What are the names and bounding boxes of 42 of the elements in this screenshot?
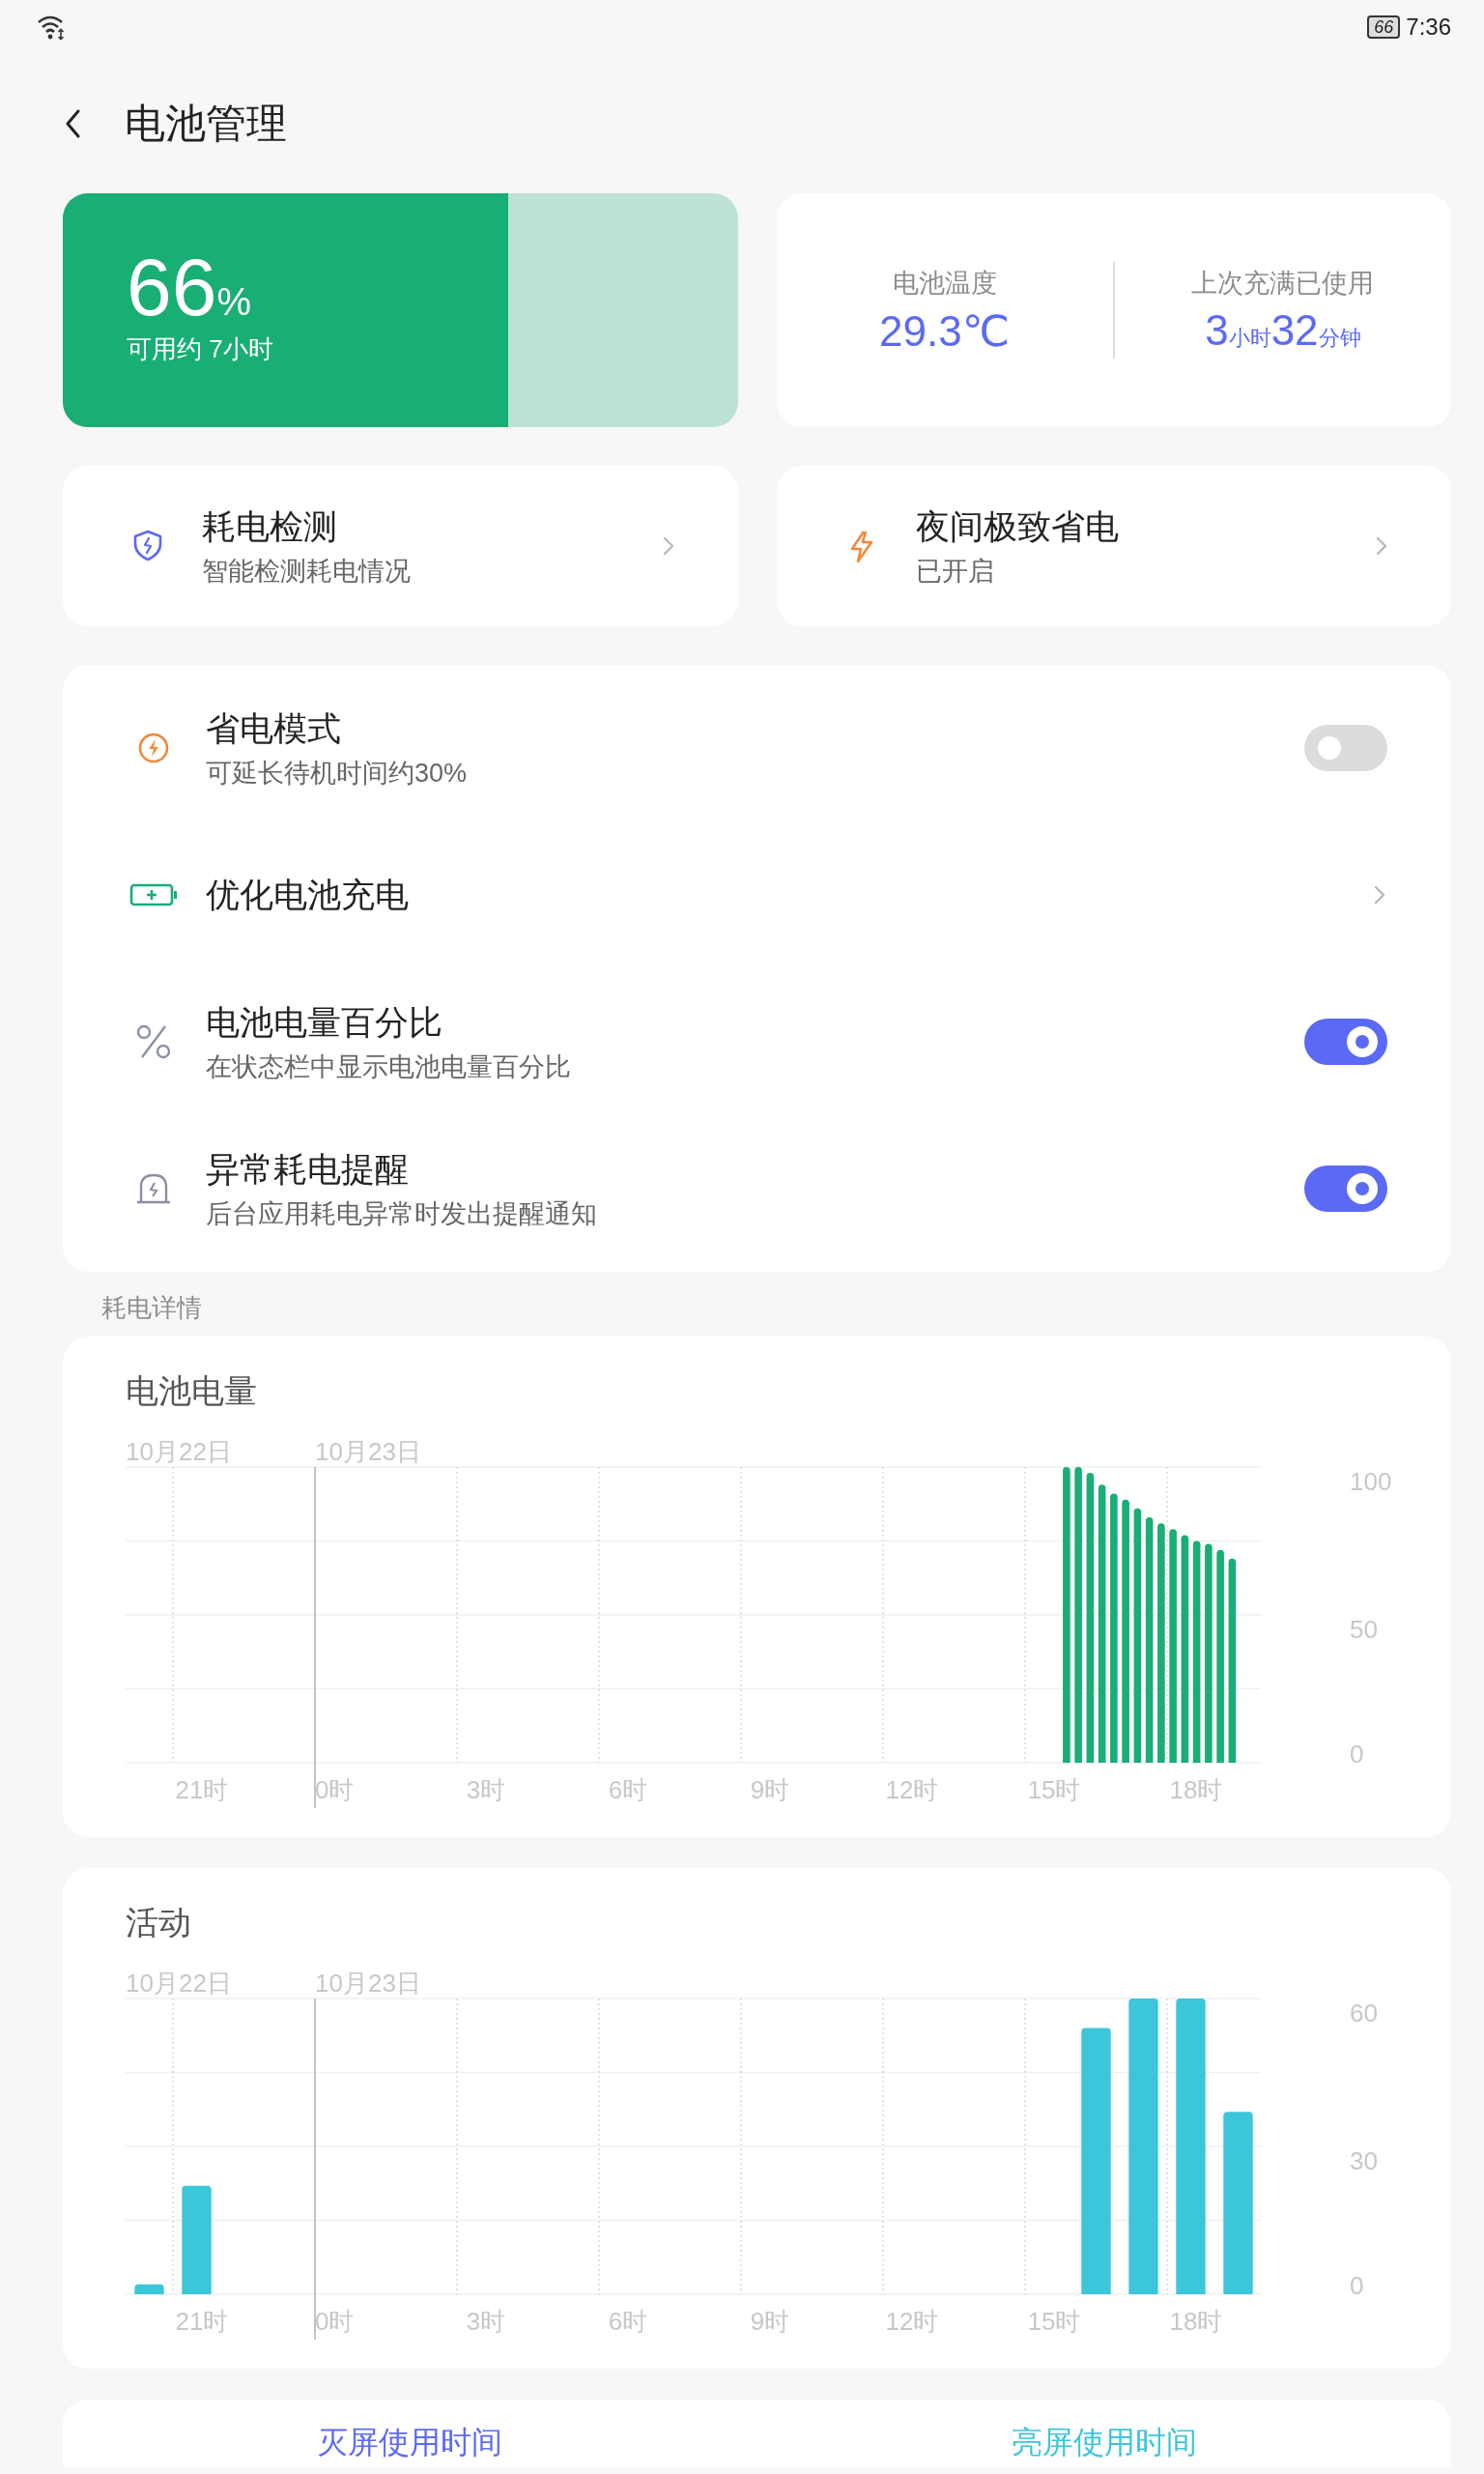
wifi-icon: [37, 14, 66, 41]
setting-title: 省电模式: [206, 707, 342, 749]
battery-percent: 66: [127, 244, 217, 331]
toggle-switch[interactable]: [1304, 725, 1387, 771]
chart-title: 电池电量: [125, 1371, 258, 1411]
toggle-switch[interactable]: [1304, 1019, 1387, 1065]
stat-label: 上次充满已使用: [1191, 268, 1375, 300]
setting-title: 异常耗电提醒: [206, 1148, 410, 1190]
stat-value: 小时: [1228, 326, 1271, 352]
battery-icon: [129, 882, 178, 907]
section-label: 耗电详情: [100, 1292, 203, 1324]
item-subtitle: 智能检测耗电情况: [202, 555, 412, 588]
battery-indicator: 66: [1367, 15, 1401, 39]
shortcut-card[interactable]: 耗电检测 智能检测耗电情况: [63, 466, 738, 626]
chevron-right-icon[interactable]: [1372, 884, 1387, 906]
alert-icon: [135, 1171, 172, 1206]
stat-label: 电池温度: [892, 267, 997, 300]
chevron-right-icon[interactable]: [1374, 535, 1389, 557]
setting-subtitle: 在状态栏中显示电池电量百分比: [206, 1050, 572, 1083]
toggle-switch[interactable]: [1304, 1165, 1387, 1212]
usage-tab[interactable]: 灭屏使用时间: [63, 2425, 757, 2460]
stat-value: 29.3℃: [879, 305, 1011, 356]
bar: [134, 2284, 164, 2294]
stat-value: 3: [1205, 306, 1229, 355]
power-save-icon: [136, 731, 171, 765]
percent-icon: [134, 1022, 173, 1061]
item-subtitle: 已开启: [915, 555, 995, 588]
page-title: 电池管理: [125, 100, 287, 148]
setting-subtitle: 可延长待机时间约30%: [206, 757, 469, 790]
item-title: 夜间极致省电: [915, 505, 1120, 547]
clock-time: 7:36: [1406, 14, 1451, 41]
shield-icon: [132, 530, 163, 562]
stat-value: 32: [1270, 306, 1319, 355]
stat-value: 分钟: [1318, 326, 1361, 352]
chart-title: 活动: [125, 1903, 192, 1942]
percent-unit: %: [216, 280, 251, 324]
setting-title: 优化电池充电: [206, 874, 410, 915]
remaining-time: 可用约 7小时: [127, 333, 274, 365]
setting-subtitle: 后台应用耗电异常时发出提醒通知: [206, 1197, 598, 1230]
shortcut-card[interactable]: 夜间极致省电 已开启: [776, 466, 1451, 626]
setting-title: 电池电量百分比: [206, 1001, 443, 1043]
item-title: 耗电检测: [202, 505, 338, 547]
